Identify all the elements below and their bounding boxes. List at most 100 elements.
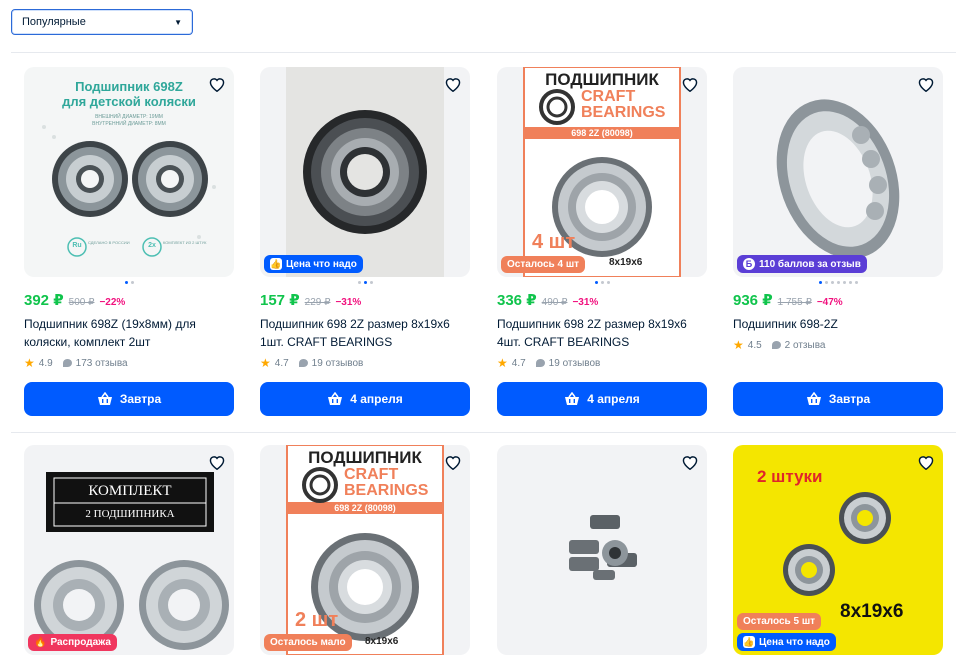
rating-row[interactable]: ★ 4.7 19 отзывов	[260, 356, 470, 370]
image-carousel-dots[interactable]	[260, 281, 470, 285]
image-brand: CRAFT	[344, 466, 399, 483]
bearing-stack-photo	[569, 515, 637, 580]
product-title[interactable]: Подшипник 698 2Z размер 8х19х6 4шт. CRAF…	[497, 315, 707, 351]
discount: −47%	[816, 297, 843, 308]
old-price: 490 ₽	[541, 297, 568, 308]
add-to-cart-button[interactable]: 4 апреля	[260, 382, 470, 416]
product-image[interactable]: ПОДШИПНИК CRAFT BEARINGS 698 2Z (80098) …	[497, 67, 707, 277]
product-card[interactable]: ПОДШИПНИК CRAFT BEARINGS 698 2Z (80098) …	[260, 445, 470, 655]
product-image[interactable]: 2 штуки 8x19x6 Осталось 5 шт 👍 Цена что н…	[733, 445, 943, 655]
favorite-heart-icon[interactable]	[915, 451, 937, 473]
product-image[interactable]: Б 110 баллов за отзыв	[733, 67, 943, 277]
add-to-cart-button[interactable]: Завтра	[24, 382, 234, 416]
discount: −22%	[99, 297, 126, 308]
old-price: 500 ₽	[68, 297, 95, 308]
divider	[11, 432, 956, 433]
price: 336 ₽	[497, 292, 537, 309]
image-carousel-dots[interactable]	[24, 281, 234, 285]
product-card[interactable]: Подшипник 698Z для детской коляски ВНЕШН…	[24, 67, 234, 416]
rating-row[interactable]: ★ 4.5 2 отзыва	[733, 338, 943, 352]
star-icon: ★	[733, 338, 744, 352]
star-icon: ★	[24, 356, 35, 370]
comment-icon	[771, 341, 781, 349]
image-brand: BEARINGS	[581, 104, 666, 121]
image-spec: ВНУТРЕННИЙ ДИАМЕТР: 8ММ	[92, 121, 166, 127]
delivery-date-label: 4 апреля	[350, 392, 403, 406]
image-size: 8x19x6	[840, 601, 904, 622]
favorite-heart-icon[interactable]	[679, 451, 701, 473]
product-card[interactable]: КОМПЛЕКТ 2 ПОДШИПНИКА 🔥 Распродажа	[24, 445, 234, 655]
cart-icon	[328, 392, 343, 405]
reviews-count: 173 отзыва	[75, 357, 128, 369]
product-card[interactable]	[497, 445, 707, 655]
image-chip-label: СДЕЛАНО В РОССИИ	[88, 240, 130, 245]
cart-icon	[806, 392, 821, 405]
image-carousel-dots[interactable]	[733, 281, 943, 285]
product-card[interactable]: Б 110 баллов за отзыв 936 ₽ 1 755 ₽ −47% …	[733, 67, 943, 416]
delivery-date-label: Завтра	[119, 392, 162, 406]
image-spec: ВНЕШНИЙ ДИАМЕТР: 19ММ	[95, 114, 163, 120]
favorite-heart-icon[interactable]	[442, 451, 464, 473]
badge: Осталось мало	[264, 634, 352, 651]
product-image[interactable]: 👍 Цена что надо	[260, 67, 470, 277]
comment-icon	[62, 359, 72, 367]
chevron-down-icon: ▼	[174, 17, 182, 27]
favorite-heart-icon[interactable]	[915, 73, 937, 95]
divider	[11, 52, 956, 53]
image-qty: 4 шт	[532, 231, 576, 253]
price: 392 ₽	[24, 292, 64, 309]
badge: 👍 Цена что надо	[264, 255, 363, 273]
points-icon: Б	[743, 258, 755, 270]
thumb-up-icon: 👍	[743, 636, 755, 648]
price: 936 ₽	[733, 292, 773, 309]
rating-row[interactable]: ★ 4.7 19 отзывов	[497, 356, 707, 370]
image-headline: Подшипник 698Z	[75, 79, 183, 94]
image-line: 2 ПОДШИПНИКА	[85, 508, 175, 520]
add-to-cart-button[interactable]: 4 апреля	[497, 382, 707, 416]
image-size: 8x19x6	[609, 257, 643, 268]
favorite-heart-icon[interactable]	[206, 73, 228, 95]
product-card[interactable]: 👍 Цена что надо 157 ₽ 229 ₽ −31% Подшипни…	[260, 67, 470, 416]
sort-dropdown[interactable]: Популярные ▼	[11, 9, 193, 35]
product-image[interactable]: КОМПЛЕКТ 2 ПОДШИПНИКА 🔥 Распродажа	[24, 445, 234, 655]
old-price: 1 755 ₽	[777, 297, 812, 308]
fire-icon: 🔥	[34, 637, 47, 648]
badge: Осталось 4 шт	[501, 256, 586, 273]
rating-row[interactable]: ★ 4.9 173 отзыва	[24, 356, 234, 370]
product-image[interactable]: Подшипник 698Z для детской коляски ВНЕШН…	[24, 67, 234, 277]
image-size: 8x19x6	[365, 636, 399, 647]
bearing-photo	[34, 472, 229, 650]
product-card[interactable]: ПОДШИПНИК CRAFT BEARINGS 698 2Z (80098) …	[497, 67, 707, 416]
product-image[interactable]: ПОДШИПНИК CRAFT BEARINGS 698 2Z (80098) …	[260, 445, 470, 655]
image-chip-label: КОМПЛЕКТ ИЗ 2 ШТУК	[163, 240, 207, 245]
star-icon: ★	[260, 356, 271, 370]
old-price: 229 ₽	[304, 297, 331, 308]
add-to-cart-button[interactable]: Завтра	[733, 382, 943, 416]
image-chip: 2x	[148, 242, 156, 249]
product-title[interactable]: Подшипник 698Z (19х8мм) для коляски, ком…	[24, 315, 234, 351]
image-brand: BEARINGS	[344, 482, 429, 499]
image-model: 698 2Z (80098)	[334, 503, 396, 513]
favorite-heart-icon[interactable]	[679, 73, 701, 95]
rating-value: 4.7	[511, 357, 526, 369]
sort-dropdown-value: Популярные	[22, 16, 86, 28]
rating-value: 4.7	[274, 357, 289, 369]
star-icon: ★	[497, 356, 508, 370]
favorite-heart-icon[interactable]	[206, 451, 228, 473]
image-carousel-dots[interactable]	[497, 281, 707, 285]
reviews-count: 19 отзывов	[311, 357, 364, 369]
favorite-heart-icon[interactable]	[442, 73, 464, 95]
rating-value: 4.5	[747, 339, 762, 351]
product-image[interactable]	[497, 445, 707, 655]
badge: Б 110 баллов за отзыв	[737, 255, 867, 273]
rating-value: 4.9	[38, 357, 53, 369]
image-subline: для детской коляски	[62, 94, 196, 109]
image-qty: 2 шт	[295, 609, 339, 631]
product-card[interactable]: 2 штуки 8x19x6 Осталось 5 шт 👍 Цена что н…	[733, 445, 943, 655]
image-chip: Ru	[72, 242, 82, 249]
badge: 👍 Цена что надо	[737, 633, 836, 651]
cart-icon	[565, 392, 580, 405]
bearing-photo	[776, 99, 900, 259]
product-title[interactable]: Подшипник 698 2Z размер 8х19х6 1шт. CRAF…	[260, 315, 470, 351]
reviews-count: 19 отзывов	[548, 357, 601, 369]
